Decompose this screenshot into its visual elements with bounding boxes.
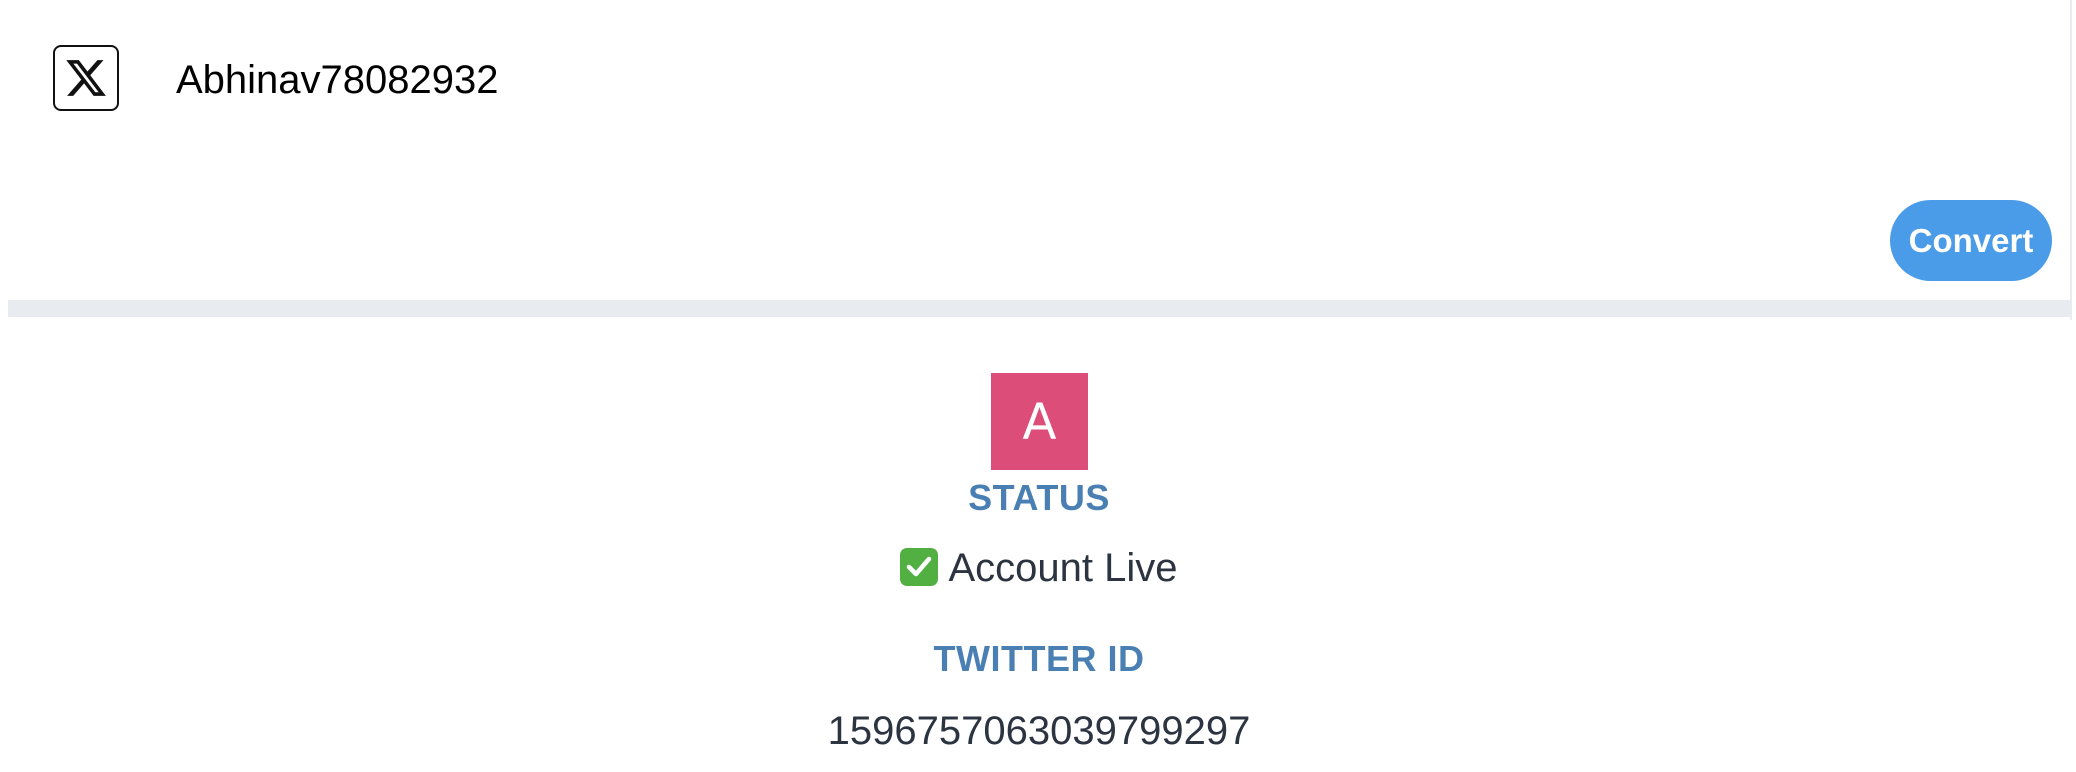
convert-button[interactable]: Convert <box>1890 200 2052 281</box>
check-mark-icon <box>900 548 939 586</box>
status-text: Account Live <box>948 546 1178 590</box>
page: Convert A STATUS Account Live TWITTER ID… <box>0 0 2076 772</box>
section-divider <box>8 300 2070 317</box>
avatar-letter: A <box>1022 392 1057 451</box>
status-label: STATUS <box>968 477 1110 518</box>
panel-border <box>2070 0 2072 320</box>
status-value: Account Live <box>8 546 2070 591</box>
avatar: A <box>991 373 1088 470</box>
username-input[interactable] <box>148 44 1648 116</box>
result-panel: A STATUS Account Live TWITTER ID 1596757… <box>8 317 2070 772</box>
twitter-id-value: 1596757063039799297 <box>827 709 1251 753</box>
twitter-id-label: TWITTER ID <box>933 638 1145 679</box>
x-logo-icon <box>53 45 119 111</box>
input-panel: Convert <box>8 0 2070 300</box>
